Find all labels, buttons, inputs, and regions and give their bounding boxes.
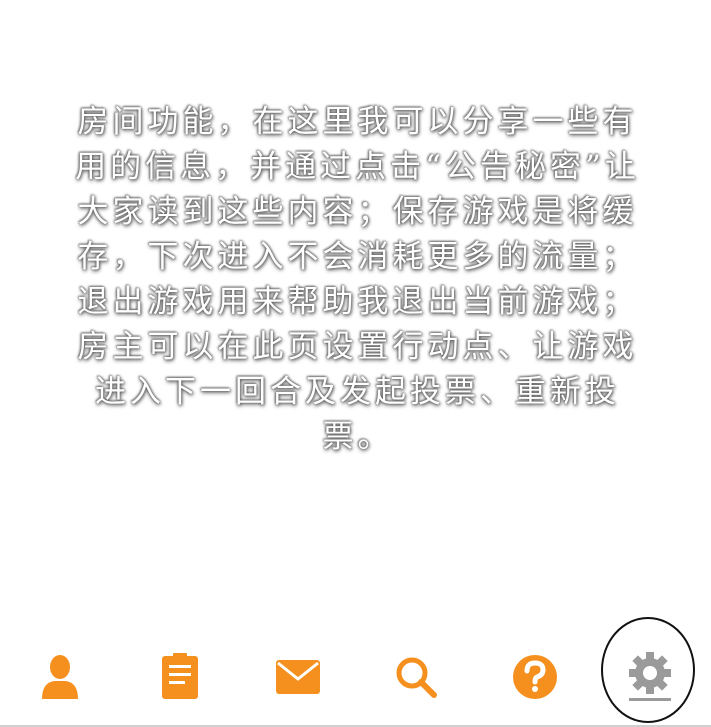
tab-messages[interactable] (268, 647, 328, 707)
tab-settings[interactable] (620, 647, 680, 707)
mail-icon (275, 659, 321, 695)
bottom-tab-bar (0, 617, 711, 727)
tab-profile[interactable] (30, 647, 90, 707)
tab-notes[interactable] (150, 647, 210, 707)
tutorial-text: 房间功能，在这里我可以分享一些有用的信息，并通过点击“公告秘密”让大家读到这些内… (75, 104, 640, 455)
tab-search[interactable] (386, 647, 446, 707)
search-icon (394, 655, 438, 699)
gear-icon (627, 652, 673, 702)
user-icon (38, 653, 82, 701)
tab-help[interactable] (505, 647, 565, 707)
help-icon (512, 654, 558, 700)
notepad-icon (159, 653, 201, 701)
